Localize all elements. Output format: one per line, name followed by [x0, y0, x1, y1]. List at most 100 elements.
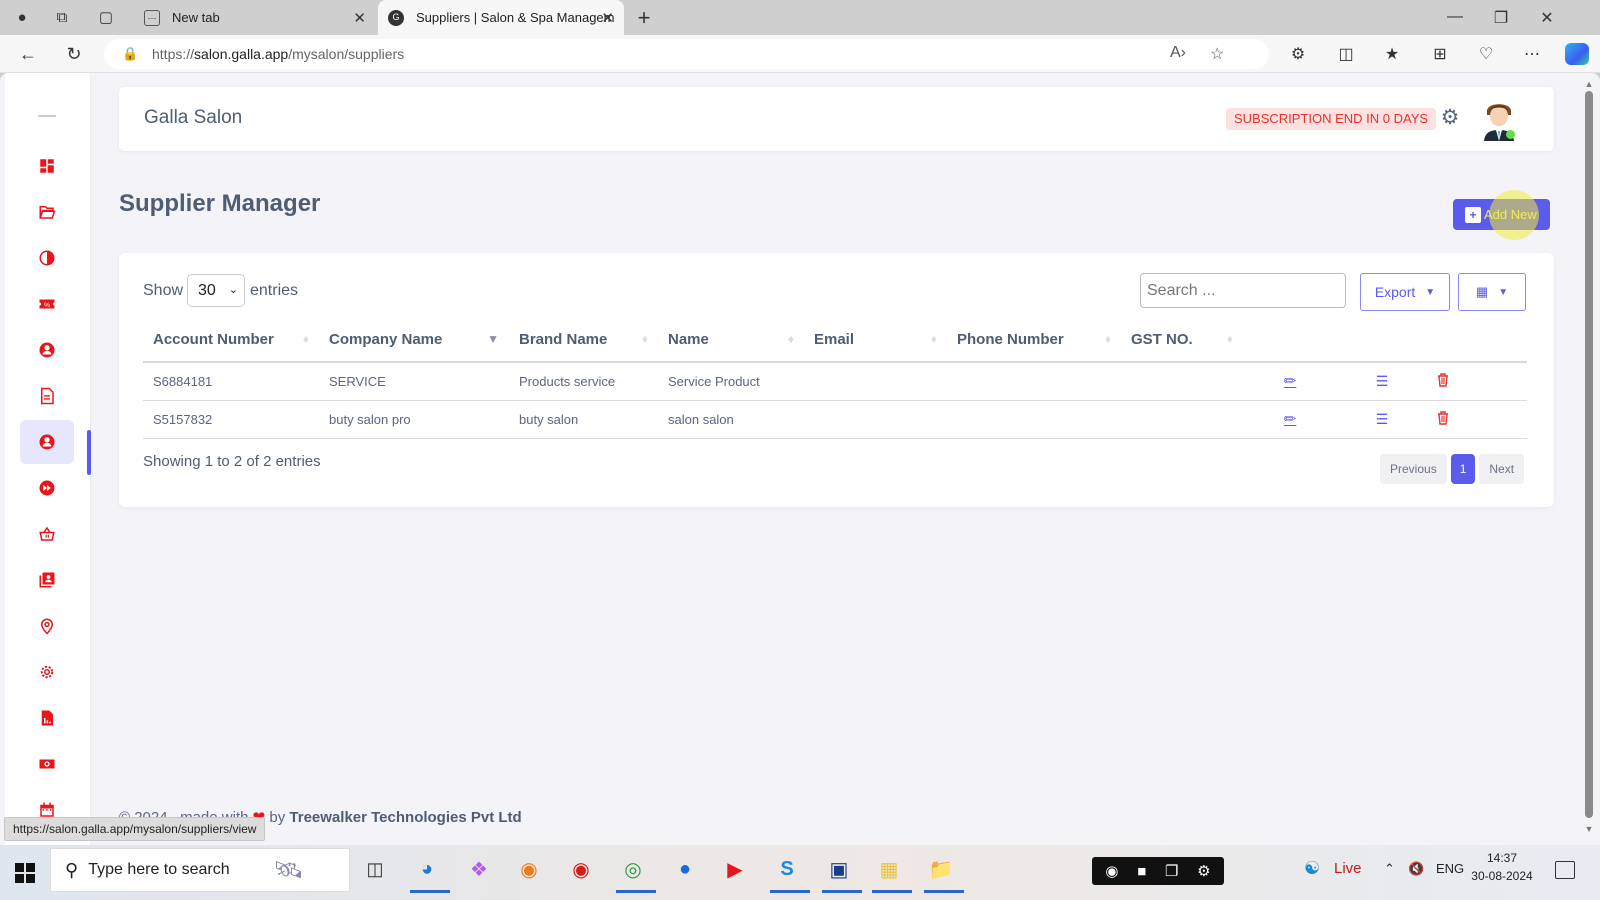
column-header-company-name[interactable]: Company Name ▼ — [319, 318, 509, 363]
edge-app-icon[interactable]: ◕ — [410, 853, 450, 893]
weather-icon[interactable]: ☯ — [1304, 858, 1320, 879]
store-app-icon[interactable]: ▣ — [822, 853, 862, 893]
sidebar-item-reports[interactable] — [20, 696, 74, 740]
page-1-button[interactable]: 1 — [1450, 454, 1476, 484]
file-explorer-icon[interactable]: 📁 — [924, 853, 964, 893]
sidebar-item-settings[interactable] — [20, 650, 74, 694]
column-header-phone-number[interactable]: Phone Number ♦ — [947, 318, 1121, 363]
edit-action[interactable]: ✏︎ — [1243, 362, 1337, 401]
extensions-icon[interactable]: ⚙ — [1286, 44, 1310, 64]
add-new-button[interactable]: + Add New — [1453, 199, 1550, 230]
column-header-brand-name[interactable]: Brand Name ♦ — [509, 318, 658, 363]
edit-action[interactable]: ✏︎ — [1243, 400, 1337, 439]
previous-page-button[interactable]: Previous — [1380, 454, 1447, 484]
scroll-up-icon[interactable]: ▲ — [1583, 79, 1595, 89]
sidebar-collapse-handle[interactable] — [38, 115, 56, 117]
settings-gear-icon[interactable]: ⚙ — [1439, 107, 1461, 129]
read-aloud-icon[interactable]: A› — [1170, 44, 1186, 62]
delete-action[interactable] — [1427, 400, 1527, 439]
recorder-app-icon[interactable]: ◉ — [564, 853, 598, 885]
weather-live-label[interactable]: Live — [1334, 860, 1362, 877]
back-icon[interactable]: ← — [16, 44, 40, 65]
show-hidden-icons[interactable]: ⌃ — [1384, 861, 1395, 877]
sidebar-item-folders[interactable] — [20, 190, 74, 234]
windows-start-icon[interactable] — [15, 863, 35, 883]
copilot-icon[interactable] — [1565, 43, 1589, 65]
close-window-icon[interactable]: ✕ — [1532, 8, 1562, 28]
sidebar-item-locations[interactable] — [20, 604, 74, 648]
refresh-icon[interactable]: ↻ — [62, 44, 86, 65]
column-header-account-number[interactable]: Account Number ♦ — [143, 318, 319, 363]
next-page-button[interactable]: Next — [1479, 454, 1525, 484]
report-chart-icon — [41, 710, 53, 726]
browser-essentials-icon[interactable]: ♡ — [1474, 44, 1498, 64]
copy-icon[interactable]: ❐ — [1165, 862, 1178, 880]
close-tab-icon[interactable]: ✕ — [601, 9, 614, 27]
task-view-icon[interactable]: ◫ — [358, 853, 392, 885]
new-tab-button[interactable]: + — [634, 7, 654, 29]
close-tab-icon[interactable]: ✕ — [353, 9, 366, 27]
list-view-icon[interactable]: ☰ — [1376, 373, 1389, 389]
maps-app-icon[interactable]: ▦ — [872, 853, 912, 893]
export-button[interactable]: Export ▼ — [1360, 273, 1450, 311]
sidebar-item-suppliers[interactable] — [20, 420, 74, 464]
edit-pencil-icon[interactable]: ✏︎ — [1284, 411, 1297, 428]
language-indicator[interactable]: ENG — [1436, 861, 1464, 876]
chrome-app-icon[interactable]: ◎ — [616, 853, 656, 893]
column-visibility-button[interactable]: ▦ ▼ — [1458, 273, 1526, 311]
tab-actions-icon[interactable]: ▢ — [96, 8, 116, 28]
sidebar-item-payments[interactable] — [20, 742, 74, 786]
cash-icon — [39, 759, 55, 769]
edit-pencil-icon[interactable]: ✏︎ — [1284, 373, 1297, 390]
sidebar-item-contacts[interactable] — [20, 558, 74, 602]
restore-icon[interactable]: ❐ — [1486, 8, 1516, 28]
workspaces-icon[interactable]: ⧉ — [52, 8, 72, 28]
copilot-app-icon[interactable]: ❖ — [462, 853, 496, 885]
profile-icon[interactable]: ● — [12, 8, 32, 28]
favorite-star-icon[interactable]: ☆ — [1210, 44, 1224, 64]
camera-icon[interactable]: ◉ — [1105, 862, 1118, 880]
sidebar-item-products[interactable] — [20, 512, 74, 556]
url-field[interactable]: 🔒 https://salon.galla.app/mysalon/suppli… — [104, 39, 1269, 69]
trash-icon[interactable] — [1435, 410, 1451, 426]
trash-icon[interactable] — [1435, 372, 1451, 388]
collections-icon[interactable]: ⊞ — [1428, 44, 1452, 64]
column-header-email[interactable]: Email ♦ — [804, 318, 947, 363]
tab-suppliers[interactable]: G Suppliers | Salon & Spa Managem ✕ — [378, 0, 624, 35]
list-view-icon[interactable]: ☰ — [1376, 411, 1389, 427]
split-screen-icon[interactable]: ◫ — [1334, 44, 1358, 64]
more-options-icon[interactable]: ⋯ — [1520, 44, 1544, 64]
view-action[interactable]: ☰ — [1337, 400, 1427, 439]
footer-company-link[interactable]: Treewalker Technologies Pvt Ltd — [289, 809, 521, 826]
skype-app-icon[interactable]: S — [770, 853, 810, 893]
page-scrollbar[interactable]: ▲ ▼ — [1583, 79, 1595, 836]
column-header-name[interactable]: Name ♦ — [658, 318, 804, 363]
notifications-icon[interactable] — [1555, 861, 1575, 879]
video-icon[interactable]: ■ — [1137, 863, 1146, 880]
volume-muted-icon[interactable]: 🔇 — [1408, 861, 1424, 877]
scrollbar-thumb[interactable] — [1585, 91, 1593, 818]
sidebar-item-customers[interactable] — [20, 328, 74, 372]
cell-company-name: SERVICE — [319, 362, 509, 401]
minimize-icon[interactable]: — — [1440, 8, 1470, 26]
page-viewport: % Galla Salon SUBSCRIPTION END IN 0 DAYS… — [0, 73, 1600, 845]
tab-new-tab[interactable]: ⋯ New tab ✕ — [136, 0, 376, 35]
sidebar-item-dashboard[interactable] — [20, 144, 74, 188]
delete-action[interactable] — [1427, 362, 1527, 401]
taskbar-search-input[interactable]: ⚲ Type here to search 🛰 — [50, 848, 350, 892]
clock[interactable]: 14:37 30-08-2024 — [1468, 849, 1536, 885]
firefox-app-icon[interactable]: ◉ — [512, 853, 546, 885]
sidebar-item-forward[interactable] — [20, 466, 74, 510]
favorites-icon[interactable]: ★ — [1380, 44, 1404, 64]
capture-settings-icon[interactable]: ⚙ — [1197, 862, 1210, 880]
sidebar-item-documents[interactable] — [20, 374, 74, 418]
search-input[interactable]: Search ... — [1140, 273, 1346, 308]
scroll-down-icon[interactable]: ▼ — [1583, 824, 1595, 834]
facebook-app-icon[interactable]: ● — [668, 853, 702, 885]
sidebar-item-contrast[interactable] — [20, 236, 74, 280]
sidebar-item-offers[interactable]: % — [20, 282, 74, 326]
column-header-gst-no[interactable]: GST NO. ♦ — [1121, 318, 1243, 363]
entries-per-page-select[interactable]: 30 ⌄ — [187, 274, 245, 307]
youtube-app-icon[interactable]: ▶ — [718, 853, 752, 885]
view-action[interactable]: ☰ — [1337, 362, 1427, 401]
